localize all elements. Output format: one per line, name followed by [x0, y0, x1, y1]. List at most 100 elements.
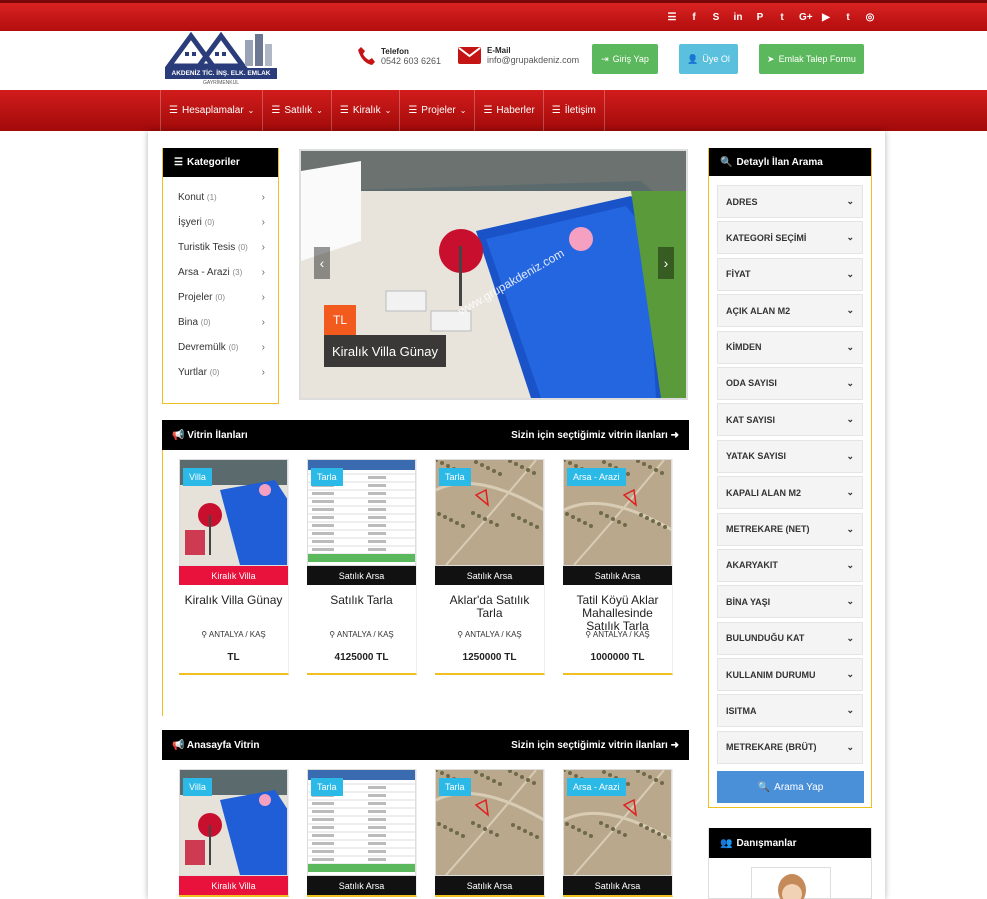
listing-card[interactable]: Tarla Satılık Arsa Satılık Tarla ⚲ ANTALYA …	[307, 459, 417, 675]
search-filter[interactable]: KATEGORİ SEÇİMİ ⌄	[717, 221, 863, 255]
category-name: İşyeri	[178, 217, 205, 228]
vitrin-link-text: Sizin için seçtiğimiz vitrin ilanları	[511, 429, 668, 441]
search-filter[interactable]: FİYAT ⌄	[717, 257, 863, 291]
listing-type-badge: Villa	[183, 778, 212, 796]
search-filter[interactable]: KİMDEN ⌄	[717, 330, 863, 364]
search-filter[interactable]: AKARYAKIT ⌄	[717, 548, 863, 582]
category-item[interactable]: Turistik Tesis (0) ›	[163, 235, 278, 260]
slider-prev-icon[interactable]: ‹	[314, 247, 330, 279]
request-form-button[interactable]: ➤ Emlak Talep Formu	[759, 44, 864, 74]
filter-label: KULLANIM DURUMU	[726, 669, 816, 680]
search-filter[interactable]: KULLANIM DURUMU ⌄	[717, 658, 863, 692]
site-logo[interactable]: AKDENİZ TİC. İNŞ. ELK. EMLAK GAYRİMENKUL	[164, 30, 277, 88]
search-filter[interactable]: ODA SAYISI ⌄	[717, 366, 863, 400]
menu-icon: ☰	[339, 105, 349, 116]
listing-image[interactable]: Tarla	[435, 769, 544, 876]
listing-type-badge: Villa	[183, 468, 212, 486]
listing-type-badge: Tarla	[311, 778, 343, 796]
category-item[interactable]: Yurtlar (0) ›	[163, 360, 278, 385]
search-filter[interactable]: BULUNDUĞU KAT ⌄	[717, 621, 863, 655]
listing-card[interactable]: Arsa - Arazi Satılık Arsa Tatil Köyü Aklar…	[563, 459, 673, 675]
skype-icon[interactable]: S	[711, 12, 721, 23]
email-address[interactable]: info@grupakdeniz.com	[487, 55, 579, 65]
anasayfa-link[interactable]: Sizin için seçtiğimiz vitrin ilanları ➜	[511, 740, 679, 751]
listing-image[interactable]: Villa	[179, 459, 288, 566]
listing-card[interactable]: Villa Kiralık Villa Kiralık Villa Günay ⚲ A…	[179, 459, 289, 675]
chevron-down-icon: ⌄	[846, 268, 854, 279]
listing-type-badge: Arsa - Arazi	[567, 468, 626, 486]
listing-image[interactable]: Arsa - Arazi	[563, 769, 672, 876]
nav-item-label: Hesaplamalar	[181, 105, 244, 116]
search-filter[interactable]: METREKARE (NET) ⌄	[717, 512, 863, 546]
category-item[interactable]: Bina (0) ›	[163, 310, 278, 335]
listing-card[interactable]: Villa Kiralık Villa	[179, 769, 289, 897]
email-contact: E-Mail info@grupakdeniz.com	[458, 46, 579, 65]
nav-item-1[interactable]: ☰ Satılık ⌄	[262, 90, 330, 131]
twitter-icon[interactable]: t	[843, 12, 853, 23]
register-label: Üye Ol	[702, 54, 730, 64]
youtube-icon[interactable]: ▶	[821, 12, 831, 23]
listing-type-badge: Tarla	[439, 468, 471, 486]
category-item[interactable]: Konut (1) ›	[163, 185, 278, 210]
listing-image[interactable]: Tarla	[435, 459, 544, 566]
instagram-icon[interactable]: ◎	[865, 12, 875, 23]
listing-title[interactable]: Tatil Köyü Aklar Mahallesinde Satılık Ta…	[563, 585, 672, 633]
slider-caption[interactable]: Kiralık Villa Günay	[324, 335, 446, 367]
category-count: (0)	[209, 368, 220, 377]
category-item[interactable]: Projeler (0) ›	[163, 285, 278, 310]
nav-item-5[interactable]: ☰ İletişim	[542, 90, 604, 131]
register-button[interactable]: 👤 Üye Ol	[679, 44, 738, 74]
facebook-icon[interactable]: f	[689, 12, 699, 23]
chevron-right-icon: ›	[261, 242, 265, 253]
login-button[interactable]: ⇥ Giriş Yap	[592, 44, 658, 74]
nav-item-4[interactable]: ☰ Haberler	[474, 90, 542, 131]
filter-label: KATEGORİ SEÇİMİ	[726, 232, 807, 243]
tumblr-icon[interactable]: t	[777, 12, 787, 23]
chevron-down-icon: ⌄	[459, 106, 467, 115]
listing-image[interactable]: Villa	[179, 769, 288, 876]
pinterest-icon[interactable]: P	[755, 12, 765, 23]
google-plus-icon[interactable]: G+	[799, 12, 813, 23]
category-item[interactable]: İşyeri (0) ›	[163, 210, 278, 235]
search-filter[interactable]: KAT SAYISI ⌄	[717, 403, 863, 437]
map-pin-icon: ⚲	[201, 630, 209, 639]
search-filter[interactable]: KAPALI ALAN M2 ⌄	[717, 476, 863, 510]
listing-card[interactable]: Tarla Satılık Arsa Aklar'da Satılık Tarla ⚲…	[435, 459, 545, 675]
slider-next-icon[interactable]: ›	[658, 247, 674, 279]
listing-location: ⚲ ANTALYA / KAŞ	[435, 630, 544, 639]
listing-card[interactable]: Arsa - Arazi Satılık Arsa	[563, 769, 673, 897]
listing-card[interactable]: Tarla Satılık Arsa	[435, 769, 545, 897]
category-item[interactable]: Devremülk (0) ›	[163, 335, 278, 360]
search-filter[interactable]: ADRES ⌄	[717, 185, 863, 218]
list-icon[interactable]: ☰	[667, 12, 677, 23]
listing-card[interactable]: Tarla Satılık Arsa	[307, 769, 417, 897]
phone-label: Telefon	[381, 46, 409, 56]
vitrin-link[interactable]: Sizin için seçtiğimiz vitrin ilanları ➜	[511, 430, 679, 441]
nav-item-3[interactable]: ☰ Projeler ⌄	[399, 90, 474, 131]
search-button[interactable]: 🔍 Arama Yap	[717, 771, 864, 803]
category-label: Devremülk (0)	[178, 342, 238, 353]
search-filter[interactable]: YATAK SAYISI ⌄	[717, 439, 863, 473]
listing-image[interactable]: Arsa - Arazi	[563, 459, 672, 566]
listing-title[interactable]: Satılık Tarla	[307, 585, 416, 630]
listing-title[interactable]: Kiralık Villa Günay	[179, 585, 288, 630]
advisor-avatar[interactable]	[751, 867, 831, 899]
linkedin-icon[interactable]: in	[733, 12, 743, 23]
nav-item-2[interactable]: ☰ Kiralık ⌄	[330, 90, 399, 131]
category-name: Yurtlar	[178, 367, 210, 378]
nav-item-0[interactable]: ☰ Hesaplamalar ⌄	[160, 90, 262, 131]
listing-image[interactable]: Tarla	[307, 459, 416, 566]
featured-slider[interactable]: www.grupakdeniz.com ‹ › TL Kiralık Villa…	[299, 149, 688, 400]
map-pin-icon: ⚲	[329, 630, 337, 639]
listing-status-strip: Satılık Arsa	[563, 566, 672, 585]
search-filter[interactable]: ISITMA ⌄	[717, 694, 863, 728]
listing-price: 1000000 TL	[590, 652, 645, 663]
search-filter[interactable]: AÇIK ALAN M2 ⌄	[717, 294, 863, 328]
category-name: Turistik Tesis	[178, 242, 239, 253]
listing-title[interactable]: Aklar'da Satılık Tarla	[435, 585, 544, 630]
listing-image[interactable]: Tarla	[307, 769, 416, 876]
category-item[interactable]: Arsa - Arazi (3) ›	[163, 260, 278, 285]
phone-number[interactable]: 0542 603 6261	[381, 56, 441, 66]
search-filter[interactable]: METREKARE (BRÜT) ⌄	[717, 730, 863, 764]
search-filter[interactable]: BİNA YAŞI ⌄	[717, 585, 863, 619]
